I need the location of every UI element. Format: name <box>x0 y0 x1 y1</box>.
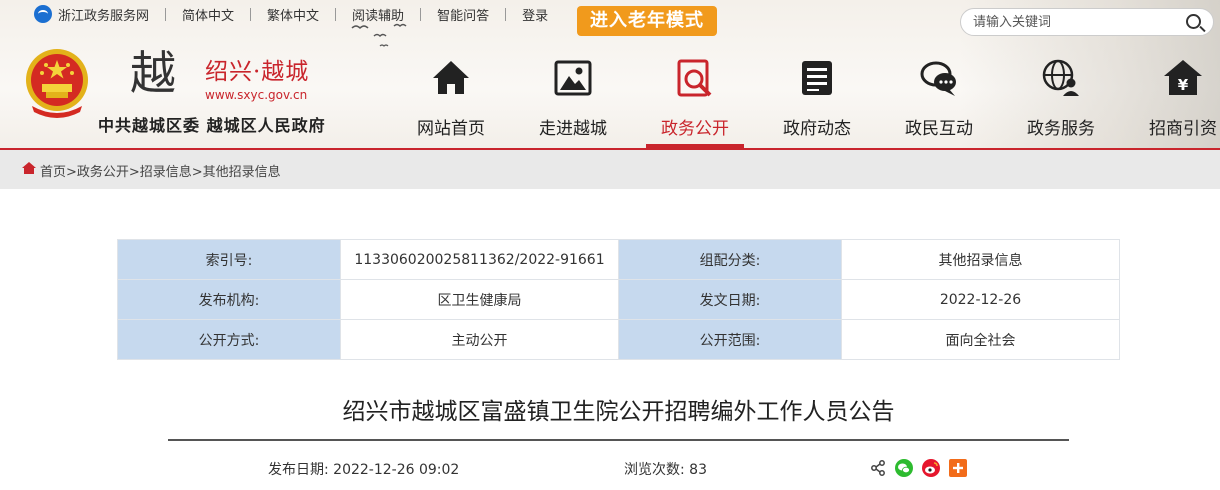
nav-label: 政务公开 <box>661 119 729 139</box>
divider <box>250 7 252 21</box>
search-icon[interactable] <box>1186 14 1201 29</box>
nav-label: 政府动态 <box>783 119 851 139</box>
disclosure-method-value: 主动公开 <box>340 319 619 360</box>
divider <box>505 7 507 21</box>
chat-icon <box>920 61 956 96</box>
top-utility-bar: 浙江政务服务网 简体中文 繁体中文 阅读辅助 智能问答 登录 <box>0 0 548 28</box>
publish-date: 发布日期: 2022-12-26 09:02 <box>268 459 459 479</box>
login-link[interactable]: 登录 <box>522 5 548 24</box>
breadcrumb[interactable]: 首页>政务公开>招录信息>其他招录信息 <box>40 161 281 180</box>
government-name: 中共越城区委 越城区人民政府 <box>98 116 326 135</box>
site-name: 绍兴·越城 <box>205 59 310 85</box>
publisher-label: 发布机构: <box>117 279 341 320</box>
birds-decoration <box>351 23 407 47</box>
breadcrumb-bar: 首页>政务公开>招录信息>其他招录信息 <box>0 148 1220 189</box>
weibo-share-icon[interactable] <box>922 459 940 481</box>
category-value: 其他招录信息 <box>841 239 1120 280</box>
share-bar <box>870 459 976 481</box>
search-doc-icon <box>677 59 712 97</box>
document-metadata-table: 索引号: 113306020025811362/2022-91661 组配分类:… <box>117 239 1120 360</box>
traditional-chinese-link[interactable]: 繁体中文 <box>267 5 319 24</box>
divider <box>420 7 422 21</box>
publisher-value: 区卫生健康局 <box>340 279 619 320</box>
portal-link[interactable]: 浙江政务服务网 <box>34 5 149 24</box>
table-row: 公开方式: 主动公开 公开范围: 面向全社会 <box>117 319 1120 360</box>
share-icon[interactable] <box>870 460 886 480</box>
nav-services[interactable]: 政务服务 <box>1000 56 1122 148</box>
issue-date-value: 2022-12-26 <box>841 279 1120 320</box>
category-label: 组配分类: <box>618 239 842 280</box>
view-count-label: 浏览次数: <box>624 462 685 478</box>
view-count: 浏览次数: 83 <box>624 459 707 479</box>
nav-investment[interactable]: ¥ 招商引资 <box>1122 56 1220 148</box>
nav-label: 政民互动 <box>905 119 973 139</box>
site-url: www.sxyc.gov.cn <box>205 88 308 102</box>
nav-gov-affairs[interactable]: 政务公开 <box>634 56 756 148</box>
yuan-house-icon: ¥ <box>1164 60 1202 95</box>
divider <box>335 7 337 21</box>
globe-user-icon <box>1042 59 1079 96</box>
disclosure-scope-label: 公开范围: <box>618 319 842 360</box>
disclosure-scope-value: 面向全社会 <box>841 319 1120 360</box>
wechat-share-icon[interactable] <box>895 459 913 481</box>
nav-label: 走进越城 <box>539 119 607 139</box>
publish-date-value: 2022-12-26 09:02 <box>333 462 460 478</box>
disclosure-method-label: 公开方式: <box>117 319 341 360</box>
nav-label: 政务服务 <box>1027 119 1095 139</box>
home-icon[interactable] <box>22 162 36 174</box>
site-header: 浙江政务服务网 简体中文 繁体中文 阅读辅助 智能问答 登录 进入老年模式 越 … <box>0 0 1220 148</box>
nav-label: 网站首页 <box>417 119 485 139</box>
index-label: 索引号: <box>117 239 341 280</box>
view-count-value: 83 <box>689 462 707 478</box>
issue-date-label: 发文日期: <box>618 279 842 320</box>
simplified-chinese-link[interactable]: 简体中文 <box>182 5 234 24</box>
publish-date-label: 发布日期: <box>268 462 329 478</box>
title-divider <box>168 439 1069 441</box>
nav-interaction[interactable]: 政民互动 <box>878 56 1000 148</box>
national-emblem-icon <box>26 49 88 118</box>
main-navigation: 网站首页 走进越城 政务公开 政府动态 政民互动 政务服务 ¥ 招商引资 <box>390 56 1220 148</box>
home-icon <box>433 61 469 94</box>
divider <box>165 7 167 21</box>
elder-mode-button[interactable]: 进入老年模式 <box>577 6 717 36</box>
smart-qa-link[interactable]: 智能问答 <box>437 5 489 24</box>
table-row: 索引号: 113306020025811362/2022-91661 组配分类:… <box>117 239 1120 280</box>
table-row: 发布机构: 区卫生健康局 发文日期: 2022-12-26 <box>117 279 1120 320</box>
search-input[interactable] <box>973 9 1173 35</box>
yue-calligraphy-logo: 越 <box>130 46 176 100</box>
more-share-icon[interactable] <box>949 459 967 481</box>
svg-text:¥: ¥ <box>1178 76 1189 94</box>
index-value: 113306020025811362/2022-91661 <box>340 239 619 280</box>
news-icon <box>802 61 832 95</box>
nav-news[interactable]: 政府动态 <box>756 56 878 148</box>
picture-icon <box>554 60 592 96</box>
search-box[interactable] <box>960 8 1214 36</box>
portal-label[interactable]: 浙江政务服务网 <box>58 5 149 24</box>
nav-about[interactable]: 走进越城 <box>512 56 634 148</box>
nav-label: 招商引资 <box>1149 119 1217 139</box>
nav-home[interactable]: 网站首页 <box>390 56 512 148</box>
article-title: 绍兴市越城区富盛镇卫生院公开招聘编外工作人员公告 <box>342 399 895 425</box>
zhejiang-portal-icon <box>34 5 52 23</box>
